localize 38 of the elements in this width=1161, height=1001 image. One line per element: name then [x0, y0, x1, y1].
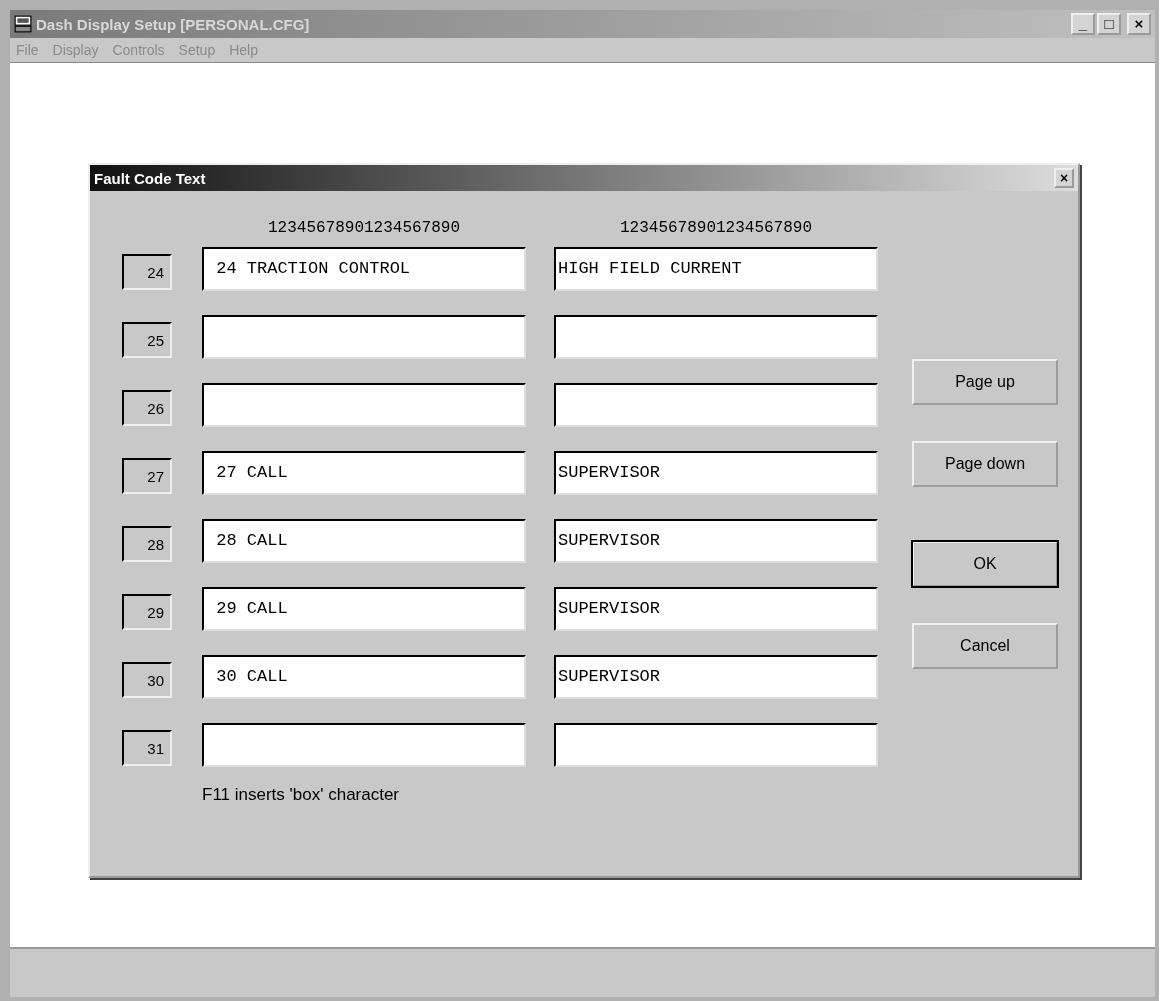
dialog-button[interactable]: Cancel — [912, 623, 1058, 669]
fault-code-number: 24 — [122, 254, 172, 290]
close-button[interactable]: × — [1054, 168, 1074, 188]
text-field[interactable]: HIGH FIELD CURRENT — [554, 247, 878, 291]
minimize-button[interactable]: _ — [1071, 13, 1095, 35]
column-ruler: 12345678901234567890 — [619, 219, 813, 237]
text-field[interactable]: SUPERVISOR — [554, 587, 878, 631]
text-field[interactable] — [202, 383, 526, 427]
dialog-title: Fault Code Text — [94, 169, 207, 187]
text-field[interactable]: 28 CALL — [202, 519, 526, 563]
app-icon — [14, 15, 32, 33]
text-field[interactable] — [554, 315, 878, 359]
text-field[interactable]: SUPERVISOR — [554, 451, 878, 495]
column-ruler: 12345678901234567890 — [267, 219, 461, 237]
text-field[interactable] — [202, 723, 526, 767]
window-title: Dash Display Setup [PERSONAL.CFG] — [36, 15, 311, 33]
fault-code-number: 31 — [122, 730, 172, 766]
dialog-button[interactable]: Page down — [912, 441, 1058, 487]
fault-code-number: 30 — [122, 662, 172, 698]
fault-code-number: 29 — [122, 594, 172, 630]
text-field[interactable] — [554, 383, 878, 427]
text-field[interactable] — [554, 723, 878, 767]
fault-code-number: 25 — [122, 322, 172, 358]
text-field[interactable] — [202, 315, 526, 359]
text-field[interactable]: 30 CALL — [202, 655, 526, 699]
text-field[interactable]: 27 CALL — [202, 451, 526, 495]
fault-code-number: 27 — [122, 458, 172, 494]
text-field[interactable]: SUPERVISOR — [554, 519, 878, 563]
text-field[interactable]: 29 CALL — [202, 587, 526, 631]
maximize-button[interactable]: □ — [1097, 13, 1121, 35]
fault-code-number: 28 — [122, 526, 172, 562]
text-field[interactable]: 24 TRACTION CONTROL — [202, 247, 526, 291]
dialog-button[interactable]: OK — [912, 541, 1058, 587]
hint-text: F11 inserts 'box' character — [202, 785, 401, 805]
fault-code-number: 26 — [122, 390, 172, 426]
text-field[interactable]: SUPERVISOR — [554, 655, 878, 699]
dialog-button[interactable]: Page up — [912, 359, 1058, 405]
close-button[interactable]: × — [1127, 13, 1151, 35]
